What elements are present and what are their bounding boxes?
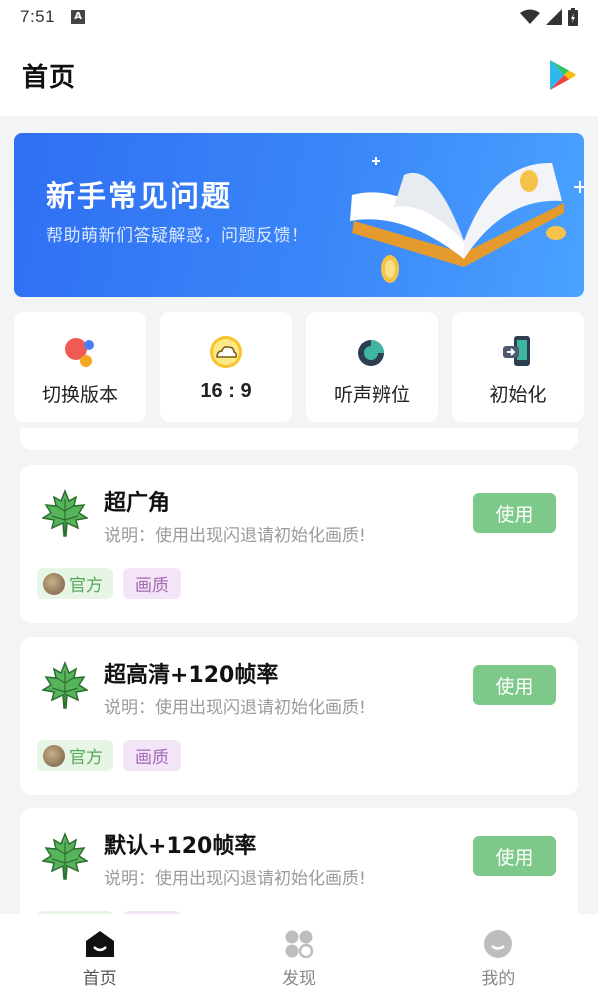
google-play-icon[interactable] bbox=[548, 59, 576, 91]
card-title: 超广角 bbox=[104, 491, 171, 516]
tile-label: 16 : 9 bbox=[200, 380, 252, 402]
cloud-ratio-icon bbox=[210, 336, 242, 368]
banner-title: 新手常见问题 bbox=[46, 179, 233, 213]
use-button[interactable]: 使用 bbox=[473, 493, 556, 533]
card-description: 说明：使用出现闪退请初始化画质! bbox=[104, 869, 366, 889]
card-title: 超高清+120帧率 bbox=[104, 663, 279, 688]
official-tag-label: 官方 bbox=[69, 576, 103, 596]
open-book-icon bbox=[350, 157, 584, 283]
quality-tag: 画质 bbox=[123, 740, 181, 771]
card-tags: 官方 画质 bbox=[37, 568, 181, 599]
bottom-nav: 首页 发现 我的 bbox=[0, 914, 598, 998]
notification-a-icon: A bbox=[71, 10, 86, 24]
nav-profile[interactable]: 我的 bbox=[399, 914, 598, 998]
tile-switch-version[interactable]: 切换版本 bbox=[14, 312, 146, 422]
page-title: 首页 bbox=[22, 62, 77, 93]
banner-subtitle: 帮助萌新们答疑解惑，问题反馈！ bbox=[46, 226, 309, 246]
tile-reset[interactable]: 初始化 bbox=[452, 312, 584, 422]
maple-leaf-icon bbox=[42, 661, 88, 709]
use-button[interactable]: 使用 bbox=[473, 836, 556, 876]
tile-sound-locate[interactable]: 听声辨位 bbox=[306, 312, 438, 422]
official-tag: 官方 bbox=[37, 740, 113, 771]
battery-icon bbox=[568, 8, 578, 26]
status-bar: 7:51 A bbox=[0, 0, 598, 34]
use-button[interactable]: 使用 bbox=[473, 665, 556, 705]
tile-label: 听声辨位 bbox=[333, 384, 410, 406]
nav-label: 首页 bbox=[82, 969, 117, 989]
sound-locate-icon bbox=[358, 340, 384, 366]
avatar bbox=[43, 572, 65, 595]
card-description: 说明：使用出现闪退请初始化画质! bbox=[104, 526, 366, 546]
previous-card-peek bbox=[20, 428, 578, 450]
preset-card: 超高清+120帧率 说明：使用出现闪退请初始化画质! 使用 官方 画质 bbox=[20, 637, 578, 795]
tile-aspect-ratio[interactable]: 16 : 9 bbox=[160, 312, 292, 422]
app-bar: 首页 bbox=[0, 34, 598, 116]
wifi-icon bbox=[520, 9, 540, 24]
quick-actions: 切换版本 16 : 9 听声辨位 初始化 bbox=[14, 312, 584, 422]
switch-version-icon bbox=[65, 338, 94, 367]
nav-label: 发现 bbox=[281, 969, 316, 989]
home-icon bbox=[85, 931, 114, 957]
card-tags: 官方 画质 bbox=[37, 740, 181, 771]
preset-card: 超广角 说明：使用出现闪退请初始化画质! 使用 官方 画质 bbox=[20, 465, 578, 623]
maple-leaf-icon bbox=[42, 832, 88, 880]
official-tag-label: 官方 bbox=[69, 748, 103, 768]
nav-home[interactable]: 首页 bbox=[0, 914, 199, 998]
profile-icon bbox=[484, 930, 513, 958]
discover-icon bbox=[285, 930, 314, 959]
status-indicators bbox=[520, 8, 578, 26]
signal-icon bbox=[546, 9, 562, 25]
card-title: 默认+120帧率 bbox=[104, 834, 257, 859]
nav-discover[interactable]: 发现 bbox=[199, 914, 398, 998]
faq-banner[interactable]: 新手常见问题 帮助萌新们答疑解惑，问题反馈！ bbox=[14, 133, 584, 297]
quality-tag: 画质 bbox=[123, 568, 181, 599]
reset-icon bbox=[503, 336, 530, 366]
official-tag: 官方 bbox=[37, 568, 113, 599]
maple-leaf-icon bbox=[42, 489, 88, 537]
nav-label: 我的 bbox=[481, 969, 516, 989]
status-time: 7:51 bbox=[20, 7, 56, 26]
avatar bbox=[43, 744, 65, 767]
tile-label: 切换版本 bbox=[41, 384, 118, 406]
card-description: 说明：使用出现闪退请初始化画质! bbox=[104, 698, 366, 718]
tile-label: 初始化 bbox=[489, 384, 547, 406]
